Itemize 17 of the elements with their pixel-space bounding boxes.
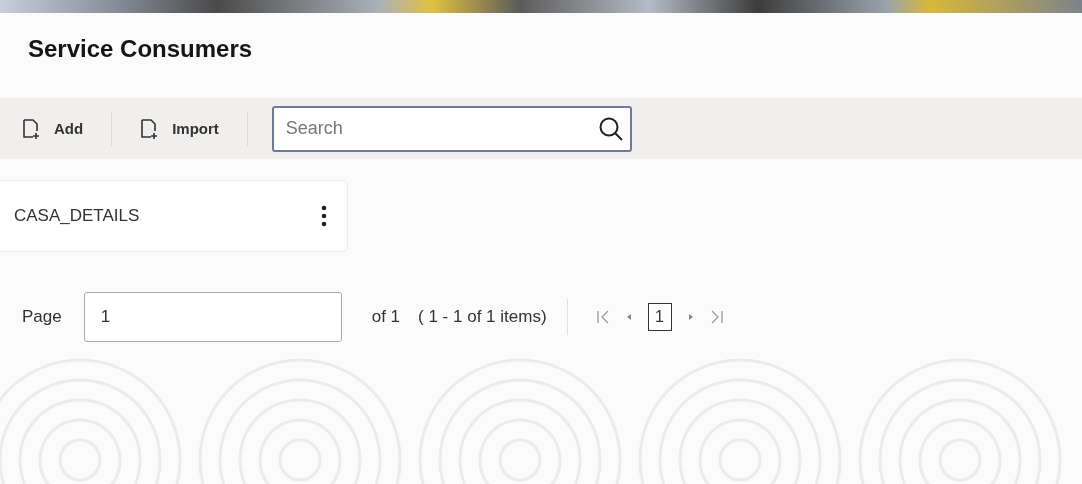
add-document-icon [22, 118, 40, 139]
item-range: ( 1 - 1 of 1 items) [418, 307, 547, 327]
page-label: Page [22, 307, 62, 327]
card-title: CASA_DETAILS [14, 206, 140, 226]
toolbar-button[interactable]: Import [136, 112, 223, 145]
page-number-field[interactable]: 1 [83, 292, 342, 342]
toolbar-button[interactable]: Add [18, 112, 88, 145]
more-options-icon[interactable] [321, 205, 327, 227]
search-field[interactable]: Search [271, 105, 632, 152]
page-total: of 1 [371, 307, 401, 327]
search-icon [597, 115, 624, 142]
page-button[interactable]: 1 [647, 303, 672, 331]
last-page-icon[interactable] [709, 309, 724, 325]
add-document-icon [140, 118, 159, 139]
first-page-icon[interactable] [595, 309, 610, 325]
page-title: Service Consumers [28, 35, 253, 63]
consumer-card[interactable]: CASA_DETAILS [0, 180, 348, 252]
